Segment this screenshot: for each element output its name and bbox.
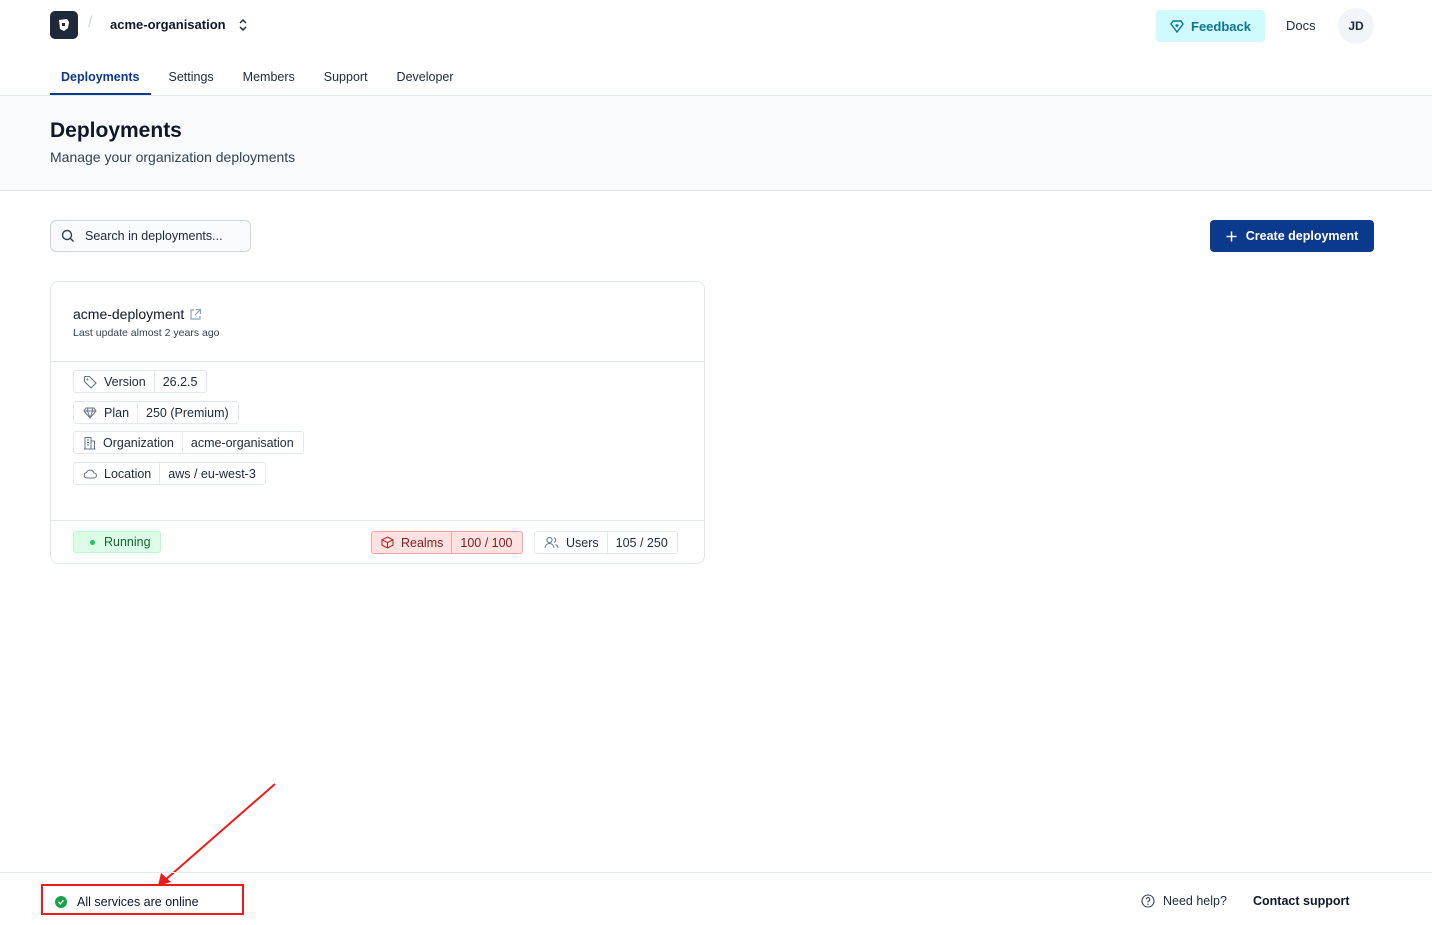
users-key: Users [566, 535, 599, 550]
realms-value: 100 / 100 [460, 535, 513, 550]
need-help: Need help? [1141, 894, 1227, 908]
detail-organization: Organization acme-organisation [73, 431, 304, 454]
cloud-icon [83, 469, 97, 479]
diamond-icon [83, 407, 97, 419]
page-title: Deployments [50, 119, 182, 142]
detail-value: 250 (Premium) [146, 405, 229, 420]
footer-divider [0, 872, 1432, 873]
organization-name: acme-organisation [110, 17, 226, 32]
realms-key: Realms [401, 535, 444, 550]
tab-members[interactable]: Members [232, 60, 306, 95]
detail-plan: Plan 250 (Premium) [73, 401, 239, 424]
page-subtitle: Manage your organization deployments [50, 149, 296, 165]
user-avatar[interactable]: JD [1338, 8, 1374, 44]
detail-value: acme-organisation [190, 435, 294, 450]
top-bar: / acme-organisation Feedback Docs JD [0, 0, 1432, 52]
deployment-card: acme-deployment Last update almost 2 yea… [50, 281, 705, 564]
users-value: 105 / 250 [615, 535, 668, 550]
create-deployment-button[interactable]: Create deployment [1210, 220, 1374, 252]
search-input[interactable] [85, 229, 235, 243]
detail-key: Location [104, 466, 152, 481]
shield-logo-icon [59, 19, 69, 31]
feedback-button[interactable]: Feedback [1156, 10, 1265, 42]
users-icon [544, 536, 559, 549]
status-badge: Running [73, 531, 161, 553]
breadcrumb-separator: / [88, 14, 93, 31]
cube-icon [381, 536, 394, 549]
realms-usage: Realms 100 / 100 [371, 531, 523, 554]
search-box [50, 220, 251, 252]
detail-version: Version 26.2.5 [73, 370, 208, 393]
deployment-name-link[interactable]: acme-deployment [73, 306, 202, 322]
deployment-last-update: Last update almost 2 years ago [73, 327, 220, 339]
tab-deployments[interactable]: Deployments [50, 60, 151, 95]
search-icon [61, 229, 74, 242]
create-deployment-label: Create deployment [1245, 229, 1359, 243]
contact-support-link[interactable]: Contact support [1253, 894, 1350, 908]
status-label: Running [104, 535, 151, 549]
detail-key: Organization [103, 435, 174, 450]
deployment-name: acme-deployment [73, 306, 185, 322]
deployment-card-footer: Running Realms 100 / 100 Users 105 / 250 [51, 521, 704, 563]
heart-diamond-icon [1170, 19, 1184, 33]
detail-value: aws / eu-west-3 [168, 466, 256, 481]
tab-developer[interactable]: Developer [386, 60, 465, 95]
deployment-card-header: acme-deployment Last update almost 2 yea… [51, 282, 704, 362]
building-icon [84, 436, 96, 449]
detail-key: Plan [104, 405, 130, 420]
tab-settings[interactable]: Settings [158, 60, 225, 95]
detail-value: 26.2.5 [162, 374, 198, 389]
feedback-label: Feedback [1191, 18, 1251, 34]
question-circle-icon [1141, 894, 1155, 908]
need-help-label: Need help? [1163, 894, 1227, 908]
tab-support[interactable]: Support [313, 60, 379, 95]
detail-location: Location aws / eu-west-3 [73, 462, 266, 485]
page-header: Deployments Manage your organization dep… [0, 96, 1432, 191]
docs-link[interactable]: Docs [1286, 18, 1316, 33]
plus-icon [1226, 231, 1237, 241]
chevron-up-down-icon [239, 18, 247, 31]
running-dot-icon [90, 539, 95, 545]
main-tabs: Deployments Settings Members Support Dev… [50, 60, 472, 96]
external-link-icon [190, 308, 202, 320]
deployment-details: Version 26.2.5 Plan 250 (Premium) Organi… [51, 362, 704, 521]
organization-switcher[interactable]: acme-organisation [110, 17, 248, 32]
users-usage: Users 105 / 250 [534, 531, 678, 554]
tag-icon [83, 375, 97, 389]
annotation-arrow-icon [158, 783, 276, 886]
app-logo[interactable] [50, 11, 78, 39]
detail-key: Version [104, 374, 146, 389]
annotation-highlight-box [41, 884, 244, 915]
